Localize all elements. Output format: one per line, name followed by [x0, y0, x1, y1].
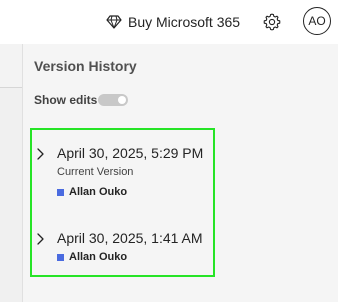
buy-microsoft-365-button[interactable]: Buy Microsoft 365 — [106, 10, 240, 34]
document-area-lower — [0, 88, 22, 302]
show-edits-toggle[interactable] — [98, 94, 128, 106]
author-name: Allan Ouko — [69, 251, 128, 263]
version-date: April 30, 2025, 1:41 AM — [57, 230, 203, 246]
version-date: April 30, 2025, 5:29 PM — [57, 145, 204, 161]
toggle-knob — [118, 96, 126, 104]
panel-title: Version History — [34, 58, 137, 74]
author-color-swatch — [57, 188, 64, 196]
author-name: Allan Ouko — [69, 186, 128, 198]
current-version-label: Current Version — [57, 166, 134, 178]
diamond-icon — [106, 15, 122, 29]
version-author: Allan Ouko — [57, 186, 127, 198]
top-bar: Buy Microsoft 365 AO — [0, 0, 338, 44]
author-color-swatch — [57, 253, 64, 261]
user-avatar-button[interactable]: AO — [303, 7, 331, 35]
avatar-initials: AO — [308, 14, 326, 28]
gear-icon — [263, 13, 281, 35]
version-author: Allan Ouko — [57, 251, 127, 263]
settings-button[interactable] — [263, 13, 281, 31]
chevron-right-icon[interactable] — [36, 232, 46, 245]
chevron-right-icon[interactable] — [36, 147, 46, 160]
buy-microsoft-365-label: Buy Microsoft 365 — [128, 14, 241, 30]
show-edits-label: Show edits — [34, 93, 98, 107]
version-history-panel: Version History Show edits April 30, 202… — [22, 44, 338, 302]
